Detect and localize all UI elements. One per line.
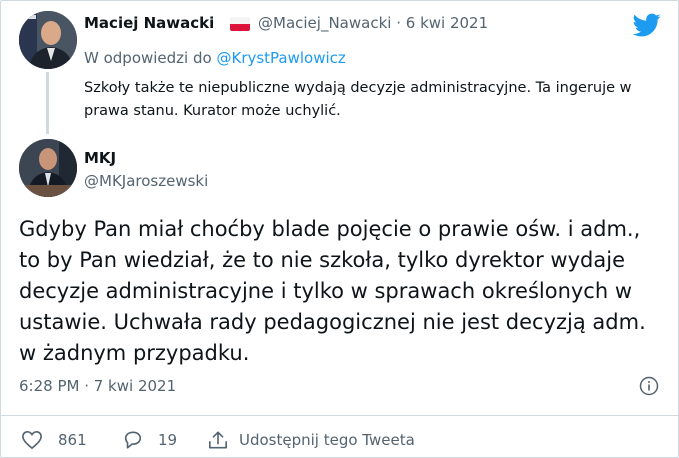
reply-bubble-icon (124, 431, 142, 449)
main-tweet-text: Gdyby Pan miał choćby blade pojęcie o pr… (19, 217, 646, 365)
author-handle-and-date: @Maciej_Nawacki · 6 kwi 2021 (258, 14, 488, 32)
like-button[interactable]: 861 (21, 430, 87, 450)
avatar-portrait-icon (19, 11, 77, 69)
poland-flag-icon (230, 17, 250, 31)
tweet-timestamp[interactable]: 6:28 PM · 7 kwi 2021 (19, 377, 176, 395)
author-name[interactable]: MKJ (84, 149, 116, 167)
author-handle[interactable]: @MKJaroszewski (84, 172, 208, 190)
reply-count: 19 (158, 431, 178, 449)
avatar-maciej-nawacki[interactable] (19, 11, 77, 69)
share-label: Udostępnij tego Tweeta (239, 431, 415, 449)
info-icon[interactable] (639, 376, 659, 396)
reply-tweet-text: Szkoły także te niepubliczne wydają decy… (84, 80, 632, 119)
avatar-portrait-icon (19, 139, 77, 197)
avatar-mkj[interactable] (19, 139, 77, 197)
tweet-date[interactable]: 6 kwi 2021 (406, 14, 488, 32)
divider (0, 415, 679, 416)
reply-prefix: W odpowiedzi do (84, 49, 212, 67)
twitter-bird-icon[interactable] (631, 11, 663, 39)
heart-icon (22, 430, 42, 450)
share-button[interactable]: Udostępnij tego Tweeta (207, 430, 415, 450)
reply-to-link[interactable]: @KrystPawlowicz (216, 49, 345, 67)
separator-dot: · (396, 14, 401, 32)
share-icon (209, 431, 227, 449)
author-name[interactable]: Maciej Nawacki (84, 14, 214, 32)
author-handle[interactable]: @Maciej_Nawacki (258, 14, 391, 32)
like-count: 861 (58, 431, 87, 449)
replying-to: W odpowiedzi do @KrystPawlowicz (84, 49, 346, 67)
thread-connector (46, 72, 49, 134)
reply-button[interactable]: 19 (122, 430, 177, 450)
